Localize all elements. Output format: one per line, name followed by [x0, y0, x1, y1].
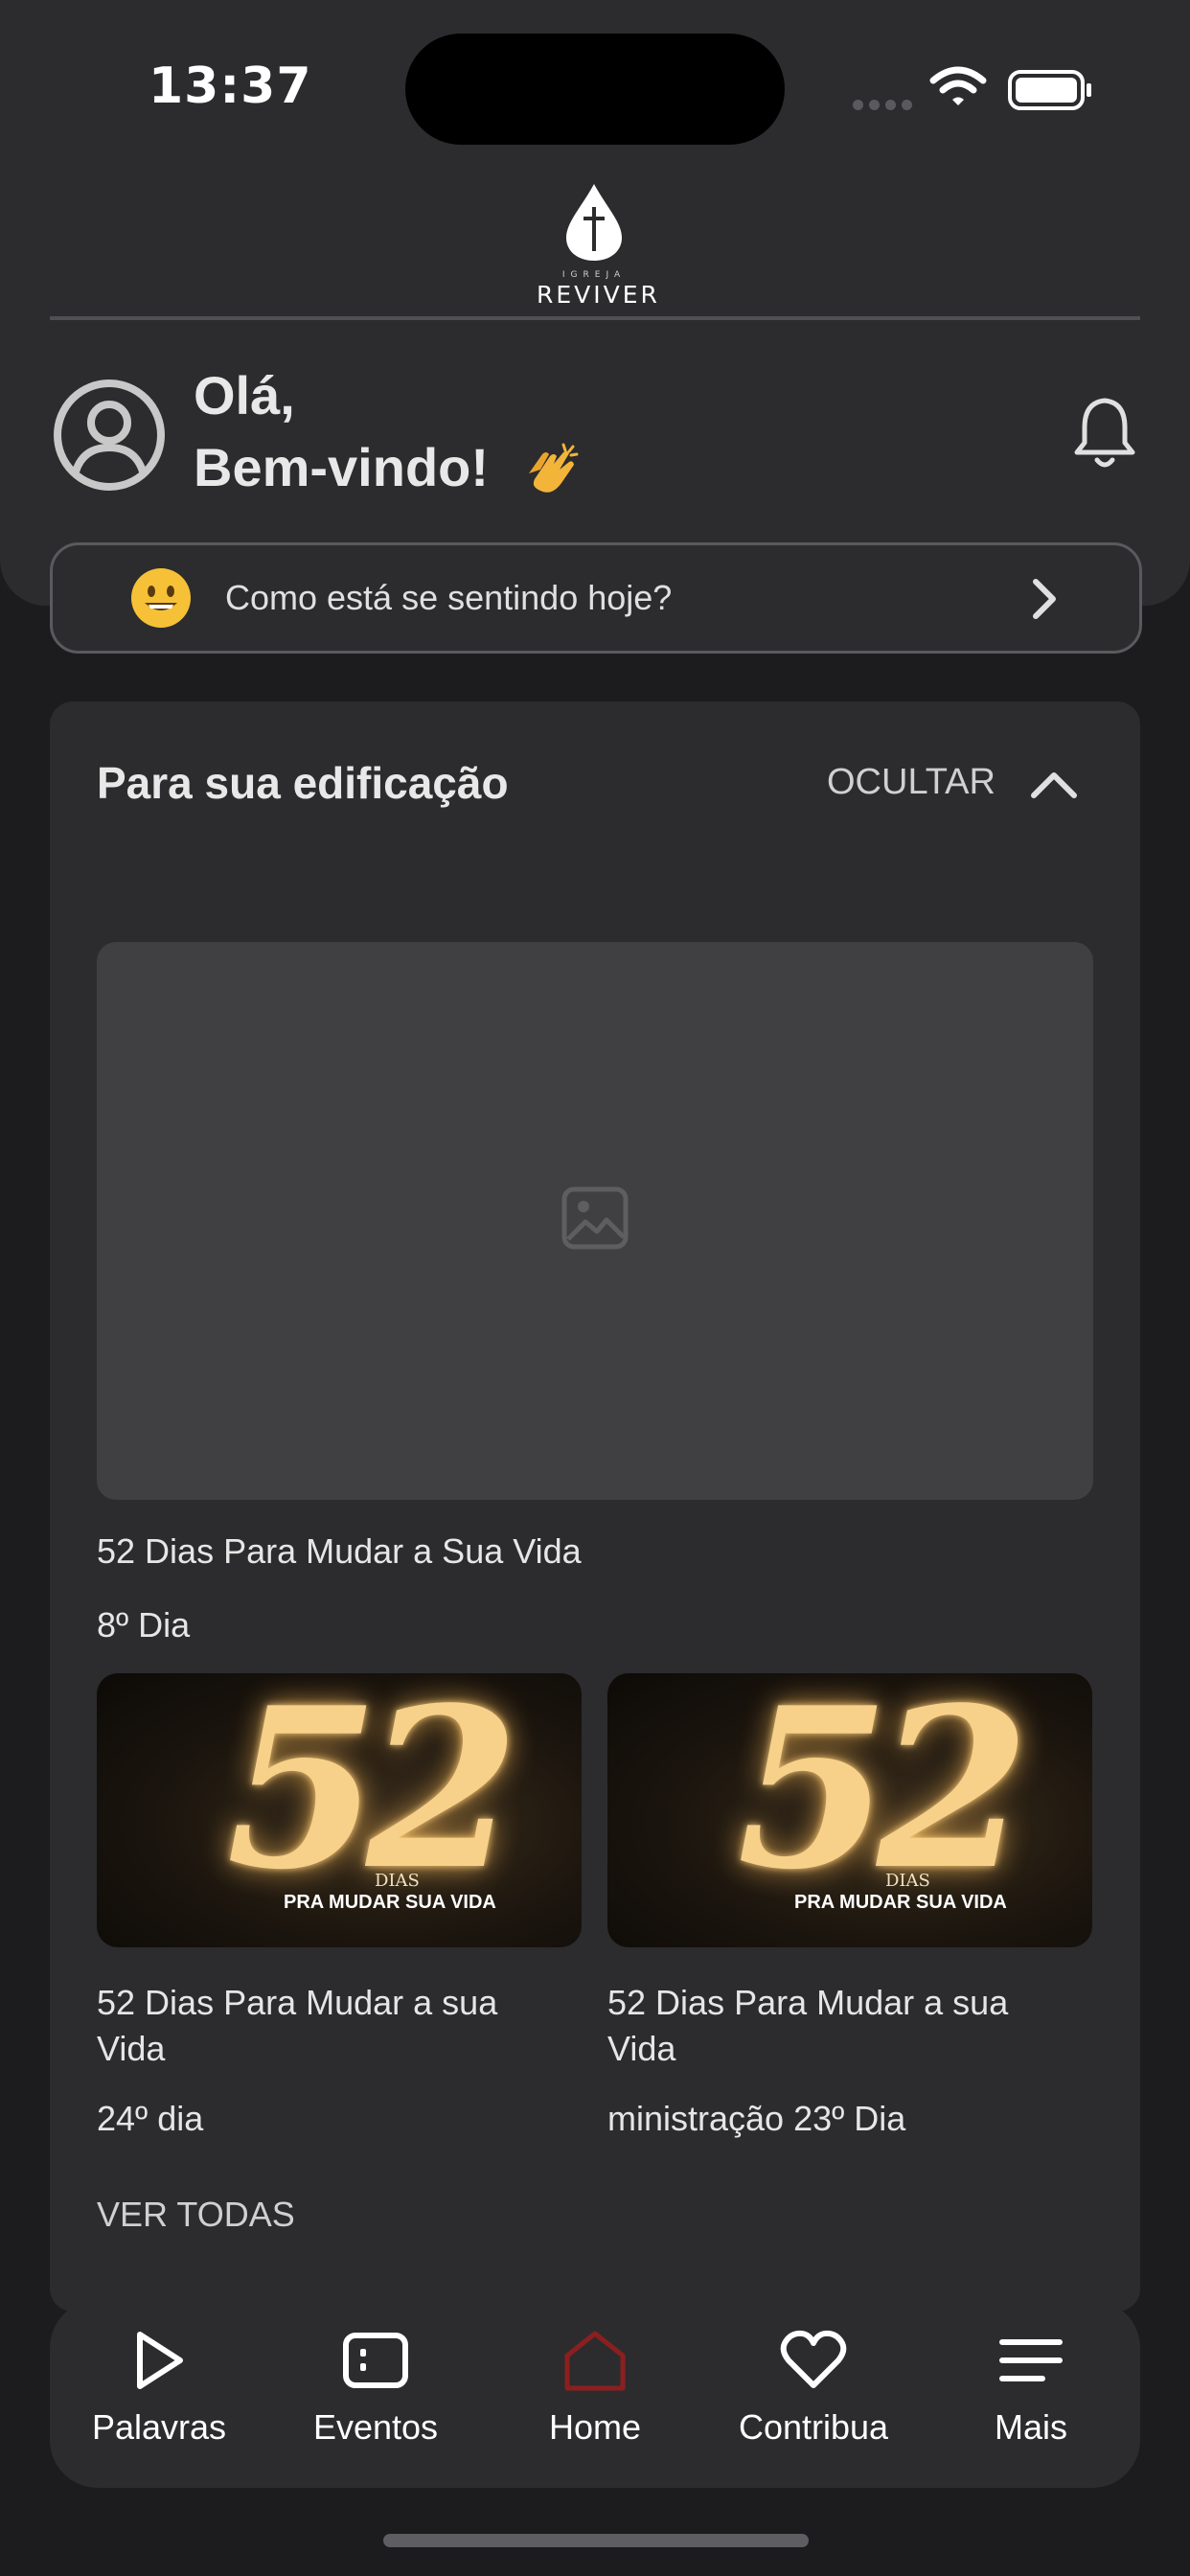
see-all-link[interactable]: VER TODAS	[97, 2195, 295, 2235]
bell-icon[interactable]	[1071, 395, 1138, 475]
content-subtitle: ministração 23º Dia	[607, 2099, 906, 2138]
logo-subtitle: IGREJA	[561, 270, 627, 280]
play-icon	[50, 2327, 268, 2394]
image-placeholder-icon	[561, 1186, 629, 1250]
tab-label: Contribua	[738, 2407, 889, 2447]
calendar-card-icon	[266, 2327, 485, 2394]
heart-icon	[704, 2327, 923, 2394]
menu-icon	[922, 2327, 1140, 2394]
thumbnail-subtitle: PRA MUDAR SUA VIDA	[284, 1892, 496, 1913]
tab-label: Eventos	[312, 2407, 439, 2447]
tab-label: Palavras	[91, 2407, 227, 2447]
avatar-icon[interactable]	[53, 379, 166, 495]
drop-cross-icon	[566, 184, 622, 261]
tab-label: Mais	[994, 2407, 1067, 2447]
featured-title[interactable]: 52 Dias Para Mudar a Sua Vida	[97, 1531, 582, 1572]
clapping-hands-icon	[528, 443, 579, 494]
tab-home[interactable]: Home	[486, 2327, 704, 2448]
wifi-icon	[929, 65, 987, 111]
home-icon	[486, 2327, 704, 2394]
chevron-right-icon	[1030, 578, 1059, 624]
thumbnail-dias: DIAS	[375, 1871, 420, 1891]
content-title[interactable]: 52 Dias Para Mudar a sua Vida	[97, 1980, 499, 2072]
thumbnail-subtitle: PRA MUDAR SUA VIDA	[794, 1892, 1007, 1913]
tab-contribua[interactable]: Contribua	[704, 2327, 923, 2448]
chevron-up-icon[interactable]	[1030, 769, 1078, 803]
dynamic-island	[405, 34, 785, 145]
section-title: Para sua edificação	[97, 758, 509, 808]
home-indicator[interactable]	[383, 2534, 809, 2547]
content-title[interactable]: 52 Dias Para Mudar a sua Vida	[607, 1980, 1010, 2072]
logo-name: REVIVER	[537, 281, 660, 309]
featured-image[interactable]	[97, 942, 1093, 1500]
greeting-welcome-text: Bem-vindo!	[194, 437, 489, 497]
church-logo: IGREJA REVIVER	[537, 182, 660, 309]
feeling-prompt-label: Como está se sentindo hoje?	[225, 578, 673, 617]
cellular-signal-icon	[853, 96, 918, 114]
greeting-welcome: Bem-vindo!	[194, 436, 583, 502]
thumbnail-number: 52	[737, 1673, 1030, 1919]
thumbnail-dias: DIAS	[885, 1871, 930, 1891]
tab-mais[interactable]: Mais	[922, 2327, 1140, 2448]
content-thumbnail[interactable]: 52 DIAS PRA MUDAR SUA VIDA	[607, 1673, 1092, 1947]
content-thumbnail[interactable]: 52 DIAS PRA MUDAR SUA VIDA	[97, 1673, 582, 1947]
hide-button[interactable]: OCULTAR	[827, 762, 995, 803]
header-divider	[50, 316, 1140, 320]
tab-eventos[interactable]: Eventos	[266, 2327, 485, 2448]
status-time: 13:37	[149, 58, 312, 115]
grinning-face-icon	[131, 568, 191, 628]
tab-palavras[interactable]: Palavras	[50, 2327, 268, 2448]
battery-icon	[1008, 69, 1094, 115]
bottom-tab-bar: Palavras Eventos Home Contribua Mais	[50, 2300, 1140, 2488]
feeling-prompt-button[interactable]: Como está se sentindo hoje?	[50, 542, 1142, 654]
tab-label: Home	[548, 2407, 642, 2447]
greeting-hello: Olá,	[194, 365, 295, 426]
content-subtitle: 24º dia	[97, 2099, 204, 2138]
thumbnail-number: 52	[226, 1673, 519, 1919]
featured-subtitle: 8º Dia	[97, 1605, 191, 1644]
